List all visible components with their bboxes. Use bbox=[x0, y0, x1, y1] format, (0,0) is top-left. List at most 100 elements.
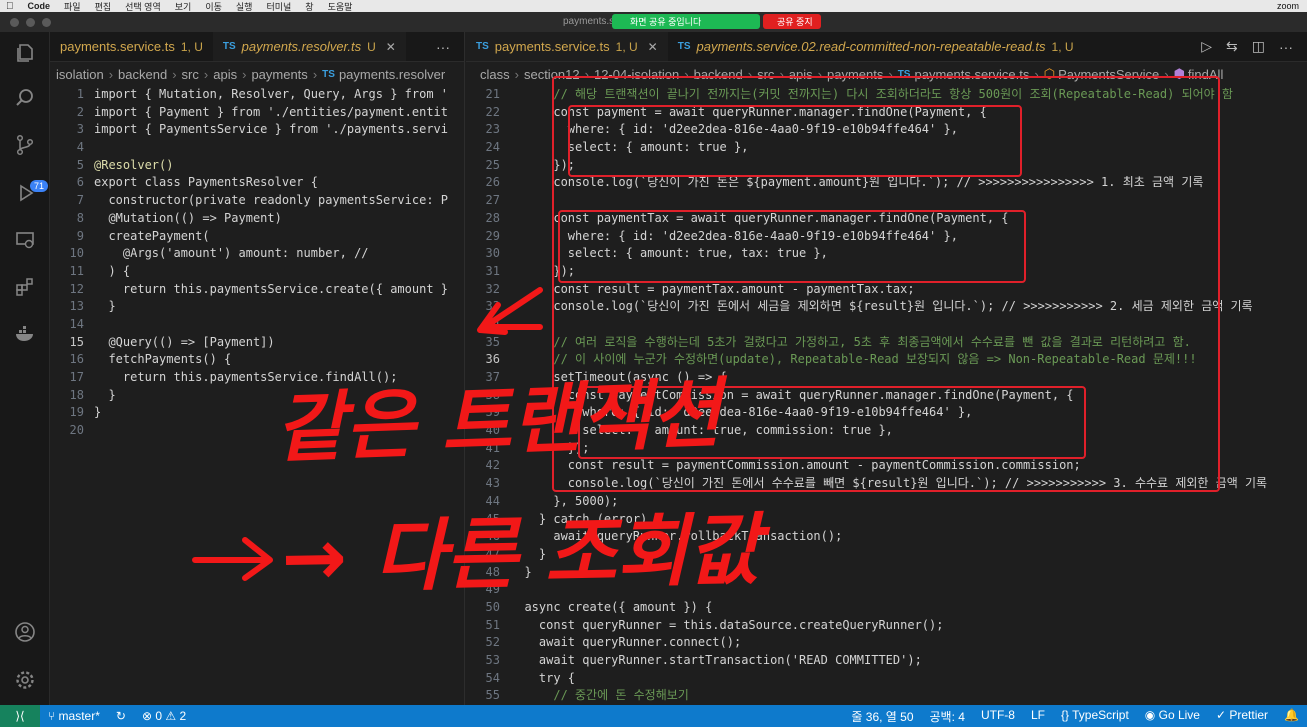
code-line[interactable]: 53 await queryRunner.startTransaction('R… bbox=[466, 652, 1307, 670]
code-line[interactable]: 50 async create({ amount }) { bbox=[466, 599, 1307, 617]
files-icon[interactable] bbox=[13, 42, 37, 66]
code-line[interactable]: 25 }); bbox=[466, 157, 1307, 175]
close-icon[interactable]: ✕ bbox=[386, 40, 396, 54]
more-actions-icon[interactable]: ··· bbox=[436, 39, 450, 55]
breadcrumb-item[interactable]: findAll bbox=[1188, 67, 1223, 82]
code-line[interactable]: 28 const paymentTax = await queryRunner.… bbox=[466, 210, 1307, 228]
remote-explorer-icon[interactable] bbox=[13, 229, 37, 253]
code-line[interactable]: 27 bbox=[466, 192, 1307, 210]
breadcrumb-item[interactable]: payments.resolver bbox=[339, 67, 445, 82]
maximize-window-button[interactable] bbox=[42, 17, 51, 27]
code-line[interactable]: 49 bbox=[466, 581, 1307, 599]
code-line[interactable]: 10 @Args('amount') amount: number, // bbox=[50, 245, 464, 263]
menu-selection[interactable]: 선택 영역 bbox=[125, 0, 161, 13]
code-editor-left[interactable]: 1 import { Mutation, Resolver, Query, Arg… bbox=[50, 86, 464, 440]
problems-indicator[interactable]: ⊗ 0 ⚠ 2 bbox=[134, 709, 194, 723]
breadcrumb-item[interactable]: 12-04-isolation bbox=[594, 67, 679, 82]
breadcrumb-item[interactable]: src bbox=[757, 67, 774, 82]
zoom-status[interactable]: zoom bbox=[1277, 1, 1299, 11]
code-line[interactable]: 4 bbox=[50, 139, 464, 157]
more-actions-icon[interactable]: ··· bbox=[1279, 39, 1293, 55]
code-line[interactable]: 20 bbox=[50, 422, 464, 440]
code-line[interactable]: 17 return this.paymentsService.findAll()… bbox=[50, 369, 464, 387]
breadcrumb-item[interactable]: class bbox=[480, 67, 510, 82]
code-line[interactable]: 34 bbox=[466, 316, 1307, 334]
menu-edit[interactable]: 편집 bbox=[95, 0, 112, 13]
source-control-icon[interactable] bbox=[13, 134, 37, 158]
menu-window[interactable]: 창 bbox=[305, 0, 313, 13]
code-line[interactable]: 43 console.log(`당신이 가진 돈에서 수수료를 빼면 ${res… bbox=[466, 475, 1307, 493]
indentation[interactable]: 공백: 4 bbox=[922, 708, 973, 725]
code-line[interactable]: 55 // 중간에 돈 수정해보기 bbox=[466, 687, 1307, 705]
menu-file[interactable]: 파일 bbox=[64, 0, 81, 13]
close-window-button[interactable] bbox=[10, 17, 19, 27]
menu-help[interactable]: 도움말 bbox=[328, 0, 353, 13]
settings-icon[interactable] bbox=[13, 669, 37, 693]
breadcrumb-item[interactable]: payments.service.ts bbox=[914, 67, 1029, 82]
account-icon[interactable] bbox=[13, 621, 37, 645]
breadcrumb-item[interactable]: apis bbox=[789, 67, 813, 82]
code-line[interactable]: 45 } catch (error) { bbox=[466, 511, 1307, 529]
sync-icon[interactable]: ↻ bbox=[108, 709, 134, 723]
breadcrumb-item[interactable]: src bbox=[182, 67, 199, 82]
code-line[interactable]: 54 try { bbox=[466, 670, 1307, 688]
code-line[interactable]: 35 // 여러 로직을 수행하는데 5초가 걸렸다고 가정하고, 5초 후 최… bbox=[466, 334, 1307, 352]
encoding[interactable]: UTF-8 bbox=[973, 708, 1023, 725]
code-line[interactable]: 21 // 해당 트랜잭션이 끝나기 전까지는(커밋 전까지는) 다시 조회하더… bbox=[466, 86, 1307, 104]
search-icon[interactable] bbox=[13, 87, 37, 111]
menu-go[interactable]: 이동 bbox=[205, 0, 222, 13]
branch-indicator[interactable]: ⑂ master* bbox=[40, 709, 108, 723]
code-line[interactable]: 19} bbox=[50, 404, 464, 422]
docker-icon[interactable] bbox=[13, 322, 37, 346]
code-line[interactable]: 51 const queryRunner = this.dataSource.c… bbox=[466, 617, 1307, 635]
code-line[interactable]: 3 import { PaymentsService } from './paym… bbox=[50, 121, 464, 139]
language-mode[interactable]: {} TypeScript bbox=[1053, 708, 1137, 725]
code-line[interactable]: 12 return this.paymentsService.create({ … bbox=[50, 281, 464, 299]
code-line[interactable]: 22 const payment = await queryRunner.man… bbox=[466, 104, 1307, 122]
code-line[interactable]: 48 } bbox=[466, 564, 1307, 582]
code-line[interactable]: 1 import { Mutation, Resolver, Query, Arg… bbox=[50, 86, 464, 104]
close-icon[interactable]: ✕ bbox=[648, 40, 658, 54]
code-line[interactable]: 2 import { Payment } from './entities/pay… bbox=[50, 104, 464, 122]
breadcrumb-item[interactable]: payments bbox=[827, 67, 883, 82]
breadcrumb-item[interactable]: payments bbox=[251, 67, 307, 82]
code-line[interactable]: 9 createPayment( bbox=[50, 228, 464, 246]
code-line[interactable]: 15 @Query(() => [Payment]) bbox=[50, 334, 464, 352]
code-line[interactable]: 6 export class PaymentsResolver { bbox=[50, 174, 464, 192]
stop-share-button[interactable]: 공유 중지 bbox=[763, 14, 821, 29]
code-line[interactable]: 13 } bbox=[50, 298, 464, 316]
code-line[interactable]: 16 fetchPayments() { bbox=[50, 351, 464, 369]
code-line[interactable]: 33 console.log(`당신이 가진 돈에서 세금을 제외하면 ${re… bbox=[466, 298, 1307, 316]
menu-terminal[interactable]: 터미널 bbox=[266, 0, 291, 13]
breadcrumb-item[interactable]: backend bbox=[694, 67, 743, 82]
menu-view[interactable]: 보기 bbox=[175, 0, 192, 13]
code-line[interactable]: 7 constructor(private readonly paymentsS… bbox=[50, 192, 464, 210]
breadcrumb-item[interactable]: backend bbox=[118, 67, 167, 82]
code-line[interactable]: 31 }); bbox=[466, 263, 1307, 281]
apple-icon[interactable]:  bbox=[6, 1, 14, 12]
breadcrumb-item[interactable]: PaymentsService bbox=[1058, 67, 1159, 82]
code-line[interactable]: 47 } bbox=[466, 546, 1307, 564]
split-editor-icon[interactable]: ◫ bbox=[1252, 38, 1265, 55]
breadcrumb-item[interactable]: apis bbox=[213, 67, 237, 82]
screen-share-status[interactable]: 화면 공유 중입니다 bbox=[612, 14, 760, 29]
code-line[interactable]: 36 // 이 사이에 누군가 수정하면(update), Repeatable… bbox=[466, 351, 1307, 369]
code-line[interactable]: 46 await queryRunner.rollbackTransaction… bbox=[466, 528, 1307, 546]
run-debug-icon[interactable] bbox=[13, 182, 37, 206]
code-line[interactable]: 24 select: { amount: true }, bbox=[466, 139, 1307, 157]
code-line[interactable]: 11 ) { bbox=[50, 263, 464, 281]
code-line[interactable]: 30 select: { amount: true, tax: true }, bbox=[466, 245, 1307, 263]
minimize-window-button[interactable] bbox=[26, 17, 35, 27]
tab-payments-service[interactable]: payments.service.ts 1, U bbox=[50, 32, 213, 61]
go-live-button[interactable]: ◉ Go Live bbox=[1137, 708, 1208, 725]
code-line[interactable]: 18 } bbox=[50, 387, 464, 405]
code-line[interactable]: 41 }); bbox=[466, 440, 1307, 458]
compare-icon[interactable]: ⇆ bbox=[1226, 38, 1238, 55]
breadcrumb-item[interactable]: section12 bbox=[524, 67, 580, 82]
code-line[interactable]: 39 where: { id: 'd2ee2dea-816e-4aa0-9f19… bbox=[466, 404, 1307, 422]
code-line[interactable]: 8 @Mutation(() => Payment) bbox=[50, 210, 464, 228]
tab-payments-service-02[interactable]: TS payments.service.02.read-committed-no… bbox=[668, 32, 1084, 61]
code-line[interactable]: 5 @Resolver() bbox=[50, 157, 464, 175]
end-of-line[interactable]: LF bbox=[1023, 708, 1053, 725]
prettier-status[interactable]: ✓ Prettier bbox=[1208, 708, 1276, 725]
